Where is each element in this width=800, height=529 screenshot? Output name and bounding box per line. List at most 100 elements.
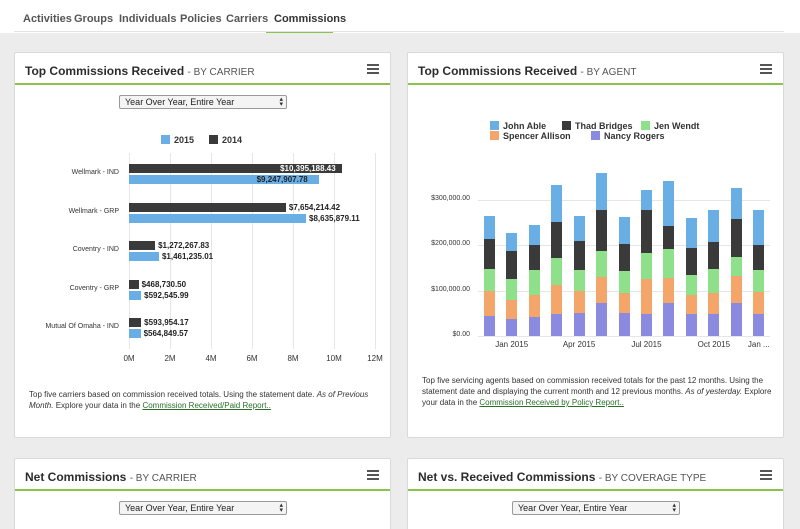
legend-item-thad-bridges[interactable]: Thad Bridges	[562, 121, 633, 131]
x-tick-label: Jan ...	[747, 340, 770, 349]
bar-value-label-2015: $1,461,235.01	[161, 252, 214, 261]
bar-value-label-2014: $7,654,214.42	[288, 202, 341, 212]
report-link[interactable]: Commission Received/Paid Report..	[142, 401, 271, 410]
bar-value-label-2014: $593,954.17	[144, 318, 189, 327]
stack-segment-john-able	[618, 216, 630, 244]
stack-segment-spencer-allison	[640, 278, 652, 315]
stack-segment-nancy-rogers	[506, 318, 518, 336]
stack-segment-jen-wendt	[528, 270, 540, 296]
legend-swatch	[209, 135, 218, 144]
x-gridline	[334, 153, 335, 349]
stack-segment-spencer-allison	[596, 277, 608, 304]
period-select-value: Year Over Year, Entire Year	[125, 97, 235, 107]
legend-label: 2015	[174, 135, 195, 145]
panel-title: Net vs. Received Commissions - BY COVERA…	[418, 470, 706, 484]
category-label: Mutual Of Omaha - IND	[45, 323, 119, 330]
stack-segment-thad-bridges	[483, 238, 495, 270]
stack-segment-thad-bridges	[551, 222, 563, 259]
select-arrows-icon: ▴ ▾	[672, 502, 676, 514]
select-arrows-icon: ▴ ▾	[279, 96, 283, 108]
tab-commissions[interactable]: Commissions	[266, 0, 346, 33]
stack-segment-jen-wendt	[596, 250, 608, 278]
stack-segment-spencer-allison	[483, 290, 495, 316]
select-arrows-icon: ▴ ▾	[279, 502, 283, 514]
hamburger-menu-icon[interactable]	[367, 470, 379, 480]
stack-segment-nancy-rogers	[618, 313, 630, 336]
tab-individuals[interactable]: Individuals	[119, 0, 176, 33]
stack-segment-jen-wendt	[730, 257, 742, 277]
bar-value-label-2015: $564,849.57	[143, 329, 189, 338]
stack-segment-thad-bridges	[528, 245, 540, 271]
panel-net-vs-received-by-coverage: Net vs. Received Commissions - BY COVERA…	[407, 458, 784, 529]
panel-title: Top Commissions Received - BY CARRIER	[25, 64, 255, 78]
stack-segment-jen-wendt	[551, 258, 563, 285]
legend-swatch	[490, 131, 499, 140]
legend-label: Jen Wendt	[654, 121, 700, 131]
panel-title: Top Commissions Received - BY AGENT	[418, 64, 636, 78]
stack-segment-thad-bridges	[596, 209, 608, 251]
legend-item-nancy-rogers[interactable]: Nancy Rogers	[591, 131, 665, 141]
stack-segment-nancy-rogers	[753, 314, 765, 336]
legend-item-2015[interactable]: 2015	[161, 135, 194, 145]
tab-policies[interactable]: Policies	[180, 0, 222, 33]
x-tick-label: 6M	[246, 354, 258, 363]
tab-activities[interactable]: Activities	[23, 0, 72, 33]
period-select-value: Year Over Year, Entire Year	[518, 503, 628, 513]
panel-subtitle: - BY AGENT	[580, 67, 637, 78]
stack-segment-jen-wendt	[573, 270, 585, 291]
legend-swatch	[591, 131, 600, 140]
legend-item-jen-wendt[interactable]: Jen Wendt	[641, 121, 699, 131]
stack-segment-thad-bridges	[708, 242, 720, 270]
panel-title: Net Commissions - BY CARRIER	[25, 470, 197, 484]
panel-subtitle: - BY CARRIER	[129, 473, 197, 484]
legend-item-2014[interactable]: 2014	[209, 135, 242, 145]
desc-text-2: Explore your data in the	[55, 401, 141, 410]
stack-segment-spencer-allison	[730, 276, 742, 304]
hamburger-menu-icon[interactable]	[760, 64, 772, 74]
legend-item-spencer-allison[interactable]: Spencer Allison	[490, 131, 571, 141]
stack-segment-nancy-rogers	[573, 313, 585, 336]
stack-segment-thad-bridges	[640, 209, 652, 254]
x-tick-label: 4M	[205, 354, 217, 363]
panel-header: Top Commissions Received - BY AGENT	[408, 53, 783, 85]
period-select[interactable]: Year Over Year, Entire Year ▴ ▾	[119, 501, 287, 515]
stack-segment-jen-wendt	[640, 253, 652, 279]
period-select[interactable]: Year Over Year, Entire Year ▴ ▾	[512, 501, 680, 515]
x-tick-label: Jul 2015	[631, 340, 662, 349]
stack-segment-thad-bridges	[730, 218, 742, 258]
hamburger-menu-icon[interactable]	[367, 64, 379, 74]
period-select[interactable]: Year Over Year, Entire Year ▴ ▾	[119, 95, 287, 109]
x-gridline	[375, 153, 376, 349]
y-gridline	[478, 200, 770, 201]
period-select-value: Year Over Year, Entire Year	[125, 503, 235, 513]
x-tick-label: 2M	[164, 354, 176, 363]
desc-italic: As of yesterday.	[685, 387, 743, 396]
stack-segment-spencer-allison	[753, 292, 765, 315]
stack-segment-john-able	[685, 218, 697, 248]
tab-carriers[interactable]: Carriers	[226, 0, 268, 33]
legend-item-john-able[interactable]: John Able	[490, 121, 546, 131]
stack-segment-jen-wendt	[708, 269, 720, 293]
panel-header: Net Commissions - BY CARRIER	[15, 459, 390, 491]
stack-segment-jen-wendt	[483, 269, 495, 291]
hamburger-menu-icon[interactable]	[760, 470, 772, 480]
legend-label: Nancy Rogers	[604, 131, 665, 141]
panel-top-commissions-by-agent: Top Commissions Received - BY AGENT John…	[407, 52, 784, 438]
category-label: Coventry - IND	[72, 246, 119, 253]
panel-top-commissions-by-carrier: Top Commissions Received - BY CARRIER Ye…	[14, 52, 391, 438]
bar-2014	[129, 279, 139, 289]
tab-groups[interactable]: Groups	[74, 0, 113, 33]
legend-swatch	[490, 121, 499, 130]
report-link[interactable]: Commission Received by Policy Report..	[479, 398, 624, 407]
stack-segment-john-able	[596, 172, 608, 210]
panel-net-commissions-by-carrier: Net Commissions - BY CARRIER Year Over Y…	[14, 458, 391, 529]
stack-segment-nancy-rogers	[483, 315, 495, 336]
x-tick-label: 0M	[123, 354, 135, 363]
legend-label: John Able	[503, 121, 547, 131]
bar-2015	[129, 290, 142, 300]
stack-segment-thad-bridges	[685, 247, 697, 275]
stack-segment-nancy-rogers	[596, 303, 608, 336]
bar-2015	[129, 213, 307, 223]
x-tick-label: Oct 2015	[697, 340, 731, 349]
top-nav: Activities Groups Individuals Policies C…	[0, 0, 800, 33]
